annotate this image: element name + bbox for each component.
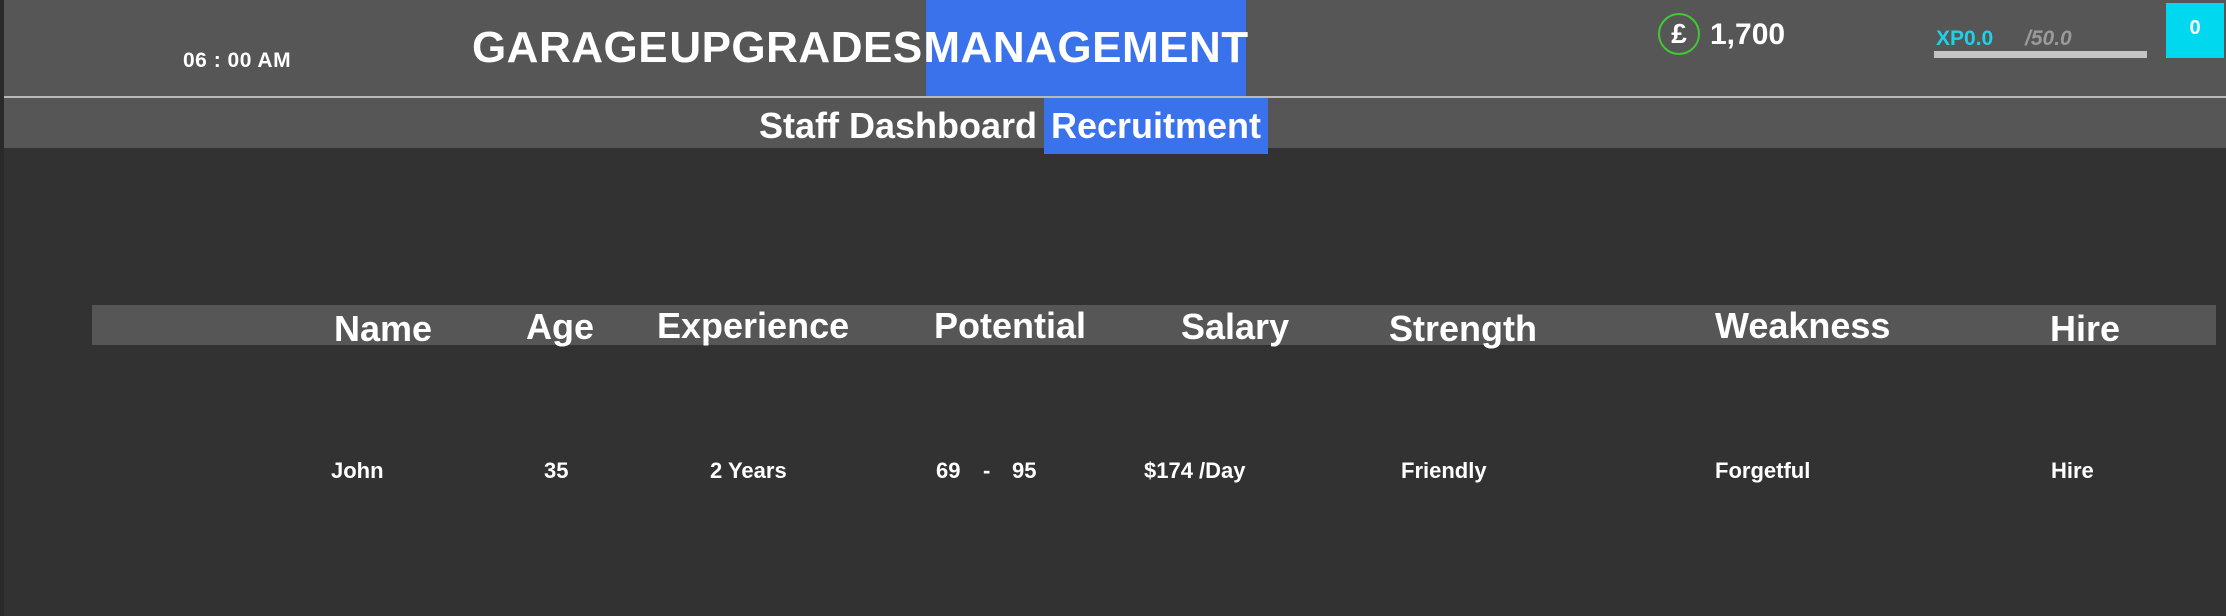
xp-progress-bar [1934, 51, 2147, 58]
cell-potential-max: 95 [1012, 458, 1037, 483]
cell-name: John [331, 458, 384, 483]
cell-salary: $174 /Day [1144, 458, 1246, 483]
column-header-experience: Experience [657, 305, 850, 346]
tab-upgrades[interactable]: UPGRADES [669, 0, 922, 96]
game-clock: 06 : 00 AM [183, 49, 292, 72]
tab-staff-dashboard[interactable]: Staff Dashboard [756, 98, 1040, 154]
cell-potential-min: 69 [936, 458, 961, 483]
column-header-potential: Potential [934, 305, 1087, 346]
tab-recruitment[interactable]: Recruitment [1044, 98, 1268, 154]
tab-garage[interactable]: GARAGE [472, 0, 668, 96]
tab-management[interactable]: MANAGEMENT [923, 0, 1248, 96]
column-header-strength: Strength [1389, 308, 1537, 349]
cell-age: 35 [544, 458, 569, 483]
cell-experience: 2 Years [710, 458, 787, 483]
cell-strength: Friendly [1401, 458, 1487, 483]
column-header-weakness: Weakness [1715, 305, 1891, 346]
xp-max: /50.0 [2025, 27, 2072, 50]
column-header-age: Age [526, 306, 595, 347]
column-header-hire: Hire [2050, 308, 2121, 349]
column-header-name: Name [334, 308, 433, 349]
xp-label: XP0.0 [1936, 27, 1994, 50]
hire-button[interactable]: Hire [2051, 458, 2094, 484]
money-balance: 1,700 [1710, 18, 1786, 51]
cell-weakness: Forgetful [1715, 458, 1811, 483]
cell-potential-separator: - [983, 458, 991, 483]
pound-coin-icon: £ [1658, 13, 1700, 55]
level-badge: 0 [2166, 3, 2224, 58]
column-header-salary: Salary [1181, 306, 1290, 347]
